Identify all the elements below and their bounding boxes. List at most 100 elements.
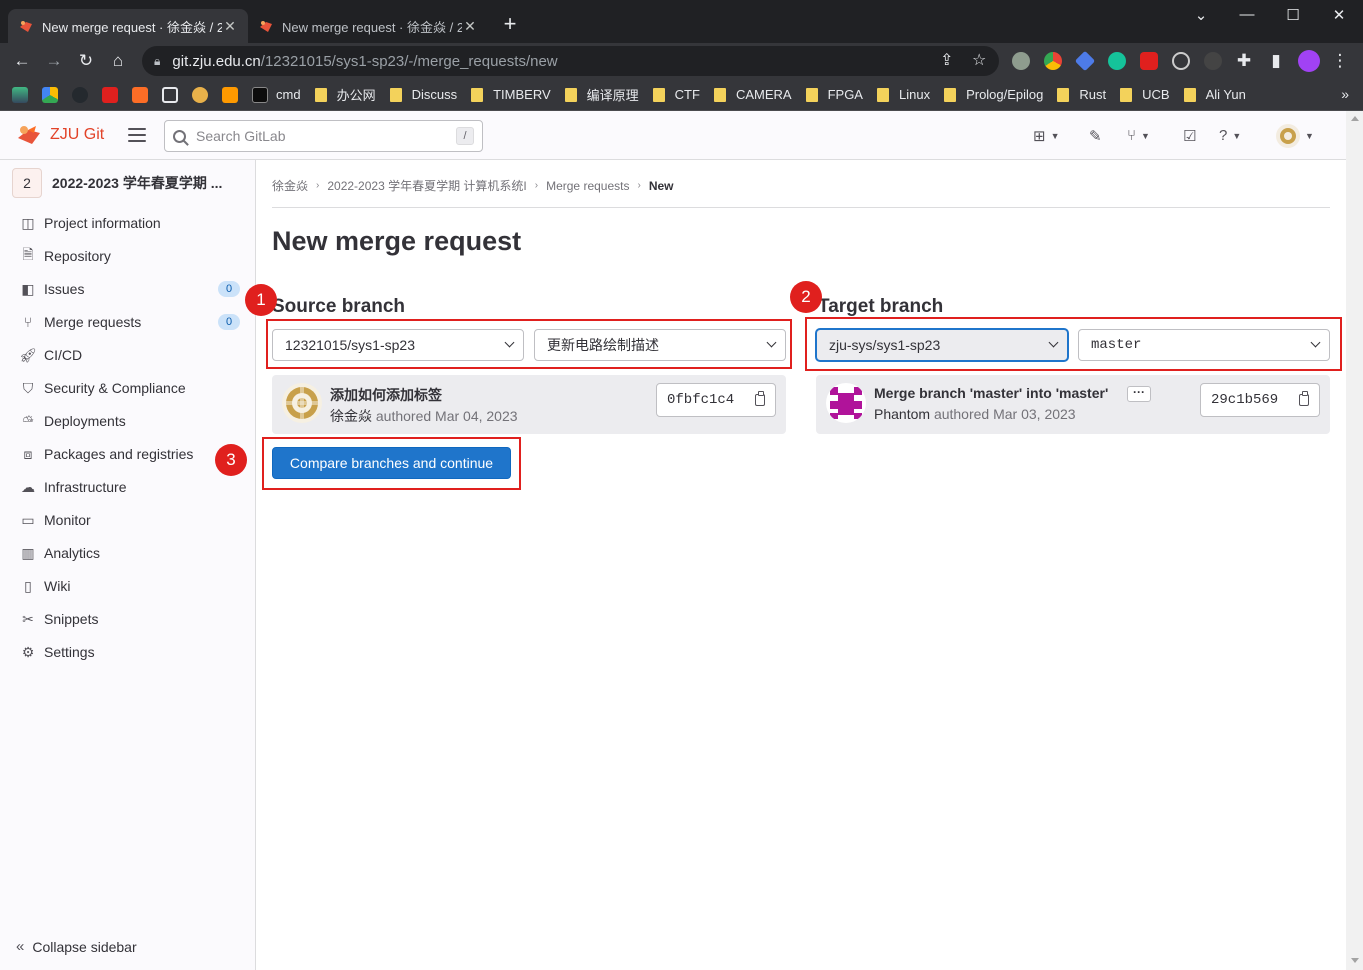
bookmark-monitor-icon[interactable]: [162, 86, 178, 103]
toggle-commit-description-icon[interactable]: ···: [1127, 386, 1151, 402]
commit-title[interactable]: Merge branch 'master' into 'master': [874, 385, 1108, 401]
sidebar-item-deployments[interactable]: ⛅︎ Deployments: [20, 413, 240, 430]
commit-title[interactable]: 添加如何添加标签: [330, 385, 442, 405]
search-input[interactable]: Search GitLab /: [164, 120, 483, 152]
hamburger-menu-icon[interactable]: [128, 128, 146, 146]
gitlab-home-link[interactable]: ZJU Git: [16, 124, 104, 146]
collapse-sidebar-button[interactable]: « Collapse sidebar: [16, 938, 137, 955]
share-icon[interactable]: ⇪: [940, 50, 953, 70]
bookmark-folder[interactable]: Linux: [876, 87, 930, 102]
bookmark-orange-icon[interactable]: [222, 86, 238, 103]
forward-icon[interactable]: →: [42, 49, 66, 73]
bookmark-github-icon[interactable]: [72, 86, 88, 103]
user-avatar-menu[interactable]: ▼: [1276, 124, 1314, 148]
window-close-icon[interactable]: ✕: [1316, 6, 1362, 24]
bookmark-folder[interactable]: Rust: [1057, 87, 1106, 102]
issues-count-badge: 0: [218, 281, 240, 297]
bookmark-folder[interactable]: Discuss: [389, 87, 457, 102]
extension-icon[interactable]: [1204, 52, 1222, 70]
extension-icon[interactable]: [1044, 52, 1062, 70]
bookmark-folder[interactable]: UCB: [1120, 87, 1170, 102]
sidebar-item-monitor[interactable]: ▭ Monitor: [20, 512, 240, 529]
extensions-puzzle-icon[interactable]: ✚: [1232, 49, 1256, 73]
side-panel-icon[interactable]: ▮: [1264, 49, 1288, 73]
back-icon[interactable]: ←: [10, 49, 34, 73]
copy-sha-button[interactable]: [1288, 383, 1320, 417]
bookmark-orb-icon[interactable]: [192, 86, 208, 103]
bookmark-folder[interactable]: CTF: [652, 87, 700, 102]
sidebar-item-repository[interactable]: 🗎︎ Repository: [20, 246, 240, 264]
sidebar-item-wiki[interactable]: ▯ Wiki: [20, 578, 240, 595]
folder-icon: [389, 87, 402, 102]
page-scrollbar[interactable]: [1346, 111, 1363, 970]
sidebar-item-analytics[interactable]: ▥ Analytics: [20, 545, 240, 562]
help-icon[interactable]: ? ▼: [1219, 127, 1241, 144]
sidebar-item-security[interactable]: ⛉ Security & Compliance: [20, 380, 240, 397]
collapse-sidebar-label: Collapse sidebar: [32, 938, 137, 955]
address-bar[interactable]: 🔒︎ git.zju.edu.cn /12321015/sys1-sp23/-/…: [142, 46, 999, 76]
lock-icon: 🔒︎: [154, 53, 161, 68]
commit-author[interactable]: 徐金焱: [330, 408, 372, 424]
sidebar-item-issues[interactable]: ◧ Issues 0: [20, 281, 240, 297]
bookmark-vue-icon[interactable]: [12, 86, 28, 103]
extension-icon[interactable]: [1012, 52, 1030, 70]
commit-sha[interactable]: 0fbfc1c4: [656, 383, 745, 417]
sidebar-item-label: Project information: [44, 215, 161, 231]
scroll-up-icon[interactable]: [1351, 116, 1359, 121]
bookmark-drive-icon[interactable]: [42, 86, 58, 103]
home-icon[interactable]: ⌂: [106, 49, 130, 73]
sidebar-item-snippets[interactable]: ✂︎ Snippets: [20, 611, 240, 628]
grammarly-icon[interactable]: [1108, 52, 1126, 70]
bookmark-folder[interactable]: FPGA: [805, 87, 863, 102]
sidebar-item-packages[interactable]: ⧈ Packages and registries: [20, 446, 240, 463]
commit-meta: Phantom authored Mar 03, 2023: [874, 406, 1076, 422]
sidebar-item-project-information[interactable]: ◫ Project information: [20, 215, 240, 232]
project-header[interactable]: 2 2022-2023 学年春夏学期 ...: [12, 168, 222, 198]
close-tab-icon[interactable]: ✕: [222, 18, 238, 35]
issues-header-icon[interactable]: ✎: [1089, 127, 1102, 145]
extension-icon[interactable]: [1172, 52, 1190, 70]
tab-search-icon[interactable]: ⌄: [1178, 6, 1224, 24]
cloud-icon: ☁︎: [21, 478, 35, 495]
scroll-down-icon[interactable]: [1351, 958, 1359, 963]
adblock-icon[interactable]: [1140, 52, 1158, 70]
maximize-icon[interactable]: ☐: [1270, 6, 1316, 24]
sidebar-item-infrastructure[interactable]: ☁︎ Infrastructure: [20, 478, 240, 496]
extension-icon[interactable]: [1074, 50, 1096, 72]
bookmark-folder[interactable]: 编译原理: [564, 85, 639, 104]
profile-avatar[interactable]: [1298, 50, 1320, 72]
bookmark-folder[interactable]: 办公网: [314, 85, 376, 104]
reload-icon[interactable]: ↻: [74, 49, 98, 73]
bookmark-folder[interactable]: TIMBERV: [471, 87, 551, 102]
new-tab-icon[interactable]: +: [498, 13, 522, 37]
bookmark-folder[interactable]: Prolog/Epilog: [944, 87, 1043, 102]
todos-icon[interactable]: ☑: [1183, 127, 1196, 145]
terminal-icon: [252, 86, 268, 103]
bookmark-folder[interactable]: Ali Yun: [1183, 87, 1246, 102]
copy-sha-button[interactable]: [744, 383, 776, 417]
minimize-icon[interactable]: —: [1224, 6, 1270, 23]
merge-requests-header-icon[interactable]: ⑂ ▼: [1127, 127, 1150, 144]
bookmarks-bar: cmd 办公网 Discuss TIMBERV 编译原理 CTF CAMERA …: [0, 79, 1363, 111]
breadcrumb-merge-requests[interactable]: Merge requests: [546, 179, 629, 193]
sidebar-item-settings[interactable]: ⚙︎ Settings: [20, 644, 240, 661]
sidebar-item-label: Repository: [44, 248, 111, 264]
bookmark-cmd[interactable]: cmd: [252, 86, 301, 103]
breadcrumb-current[interactable]: New: [649, 179, 674, 193]
bookmark-gitlab-icon[interactable]: [132, 86, 148, 103]
browser-tab-inactive[interactable]: New merge request · 徐金焱 / 2 ✕: [248, 9, 488, 43]
bookmark-folder[interactable]: CAMERA: [713, 87, 792, 102]
breadcrumb-user[interactable]: 徐金焱: [272, 177, 308, 194]
browser-menu-icon[interactable]: ⋮: [1328, 49, 1352, 73]
commit-author[interactable]: Phantom: [874, 406, 930, 422]
browser-tab-active[interactable]: New merge request · 徐金焱 / 2 ✕: [8, 9, 248, 43]
close-tab-icon[interactable]: ✕: [462, 18, 478, 35]
sidebar-item-merge-requests[interactable]: ⑂ Merge requests 0: [20, 314, 240, 330]
bookmark-g-icon[interactable]: [102, 86, 118, 103]
create-new-icon[interactable]: ⊞ ▼: [1033, 127, 1060, 145]
breadcrumb-project[interactable]: 2022-2023 学年春夏学期 计算机系统I: [327, 177, 526, 194]
bookmarks-overflow-icon[interactable]: »: [1341, 86, 1349, 102]
bookmark-star-icon[interactable]: ☆: [972, 50, 986, 70]
commit-sha[interactable]: 29c1b569: [1200, 383, 1289, 417]
sidebar-item-cicd[interactable]: 🚀︎ CI/CD: [19, 347, 240, 364]
